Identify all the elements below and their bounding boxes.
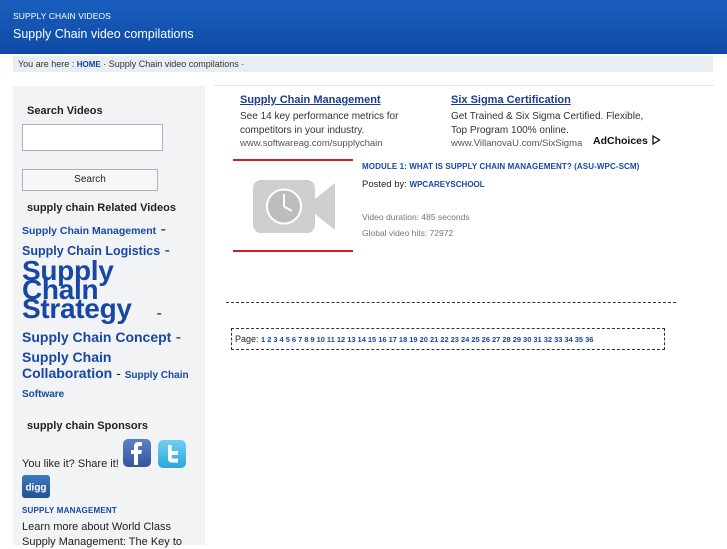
video-title-link[interactable]: MODULE 1: WHAT IS SUPPLY CHAIN MANAGEMEN…	[362, 162, 639, 171]
page-link[interactable]: 30	[523, 335, 531, 344]
twitter-icon[interactable]	[158, 440, 186, 468]
page-link[interactable]: 4	[280, 335, 284, 344]
page-link[interactable]: 24	[461, 335, 469, 344]
tag-separator: -	[156, 221, 166, 238]
page-link[interactable]: 11	[327, 335, 335, 344]
ad-unit-1[interactable]: Supply Chain Management See 14 key perfo…	[240, 94, 420, 159]
page-link[interactable]: 21	[430, 335, 438, 344]
tag-link-supply-chain-concept[interactable]: Supply Chain Concept	[22, 329, 171, 345]
page-link[interactable]: 8	[304, 335, 308, 344]
ad-unit-2[interactable]: Six Sigma Certification Get Trained & Si…	[451, 94, 651, 159]
page-link[interactable]: 3	[273, 335, 277, 344]
ad-url[interactable]: www.softwareag.com/supplychain	[240, 138, 420, 149]
page-link[interactable]: 32	[544, 335, 552, 344]
page-link[interactable]: 18	[399, 335, 407, 344]
breadcrumb-current: · Supply Chain video compilations ·	[100, 59, 245, 69]
adchoices-link[interactable]: AdChoices	[593, 134, 661, 147]
page-link[interactable]: 33	[554, 335, 562, 344]
page-link[interactable]: 6	[292, 335, 296, 344]
page-link[interactable]: 20	[420, 335, 428, 344]
search-title: Search Videos	[27, 105, 103, 117]
video-posted-by: Posted by: WPCAREYSCHOOL	[362, 179, 485, 190]
page-link[interactable]: 23	[451, 335, 459, 344]
page-link[interactable]: 31	[533, 335, 541, 344]
search-button[interactable]: Search	[22, 169, 158, 191]
video-camera-icon	[253, 180, 335, 233]
site-tagline: Supply Chain video compilations	[13, 27, 194, 41]
adchoices-label: AdChoices	[593, 135, 648, 147]
ad-text: See 14 key performance metrics for compe…	[240, 111, 399, 136]
page-link[interactable]: 29	[513, 335, 521, 344]
sidebar: Search Videos Search supply chain Relate…	[13, 86, 205, 548]
page-link[interactable]: 13	[347, 335, 355, 344]
adchoices-icon	[652, 134, 661, 146]
page-link[interactable]: 22	[440, 335, 448, 344]
content-divider	[214, 85, 714, 86]
video-hits: Global video hits: 72972	[362, 228, 454, 238]
pagination: Page: 1 2 3 4 5 6 7 8 9 10 11 12 13 14 15 16 17 18 19 20 21 2…	[231, 328, 665, 350]
sponsors-title: supply chain Sponsors	[27, 420, 149, 432]
page-link[interactable]: 15	[368, 335, 376, 344]
search-input[interactable]	[22, 124, 163, 151]
sponsor-heading[interactable]: SUPPLY MANAGEMENT	[22, 506, 117, 515]
digg-icon[interactable]: digg	[22, 475, 50, 498]
page-link[interactable]: 14	[358, 335, 366, 344]
page-link[interactable]: 35	[575, 335, 583, 344]
page-link[interactable]: 19	[409, 335, 417, 344]
page-link[interactable]: 10	[317, 335, 325, 344]
pagination-label: Page:	[235, 334, 262, 344]
breadcrumb-home-link[interactable]: HOME	[77, 60, 101, 69]
tag-link-supply-chain-collaboration[interactable]: Supply Chain Collaboration	[22, 349, 112, 381]
page-link[interactable]: 28	[502, 335, 510, 344]
page-link[interactable]: 1	[261, 335, 265, 344]
page-link[interactable]: 5	[286, 335, 290, 344]
tag-separator: -	[112, 365, 125, 381]
page-link[interactable]: 25	[471, 335, 479, 344]
related-tag-cloud: Supply Chain Management - Supply Chain L…	[22, 222, 197, 403]
related-videos-title: supply chain Related Videos	[27, 202, 176, 214]
facebook-icon[interactable]	[123, 439, 151, 467]
ad-title[interactable]: Supply Chain Management	[240, 94, 420, 106]
page-link[interactable]: 27	[492, 335, 500, 344]
posted-by-label: Posted by:	[362, 179, 410, 190]
tag-link-supply-chain-management[interactable]: Supply Chain Management	[22, 225, 156, 237]
pagination-pages: 1 2 3 4 5 6 7 8 9 10 11 12 13 14 15 16 17 18 19 20 21 22 23 24 2…	[261, 334, 595, 344]
tag-link-supply-chain-strategy[interactable]: Supply Chain Strategy	[22, 255, 132, 324]
page-link[interactable]: 12	[337, 335, 345, 344]
page-link[interactable]: 16	[378, 335, 386, 344]
video-author-link[interactable]: WPCAREYSCHOOL	[410, 180, 485, 189]
breadcrumb: You are here : HOME · Supply Chain video…	[13, 56, 713, 72]
video-duration: Video duration: 485 seconds	[362, 212, 470, 222]
ad-title[interactable]: Six Sigma Certification	[451, 94, 651, 106]
share-prompt: You like it? Share it!	[22, 458, 119, 470]
page-link[interactable]: 34	[564, 335, 572, 344]
ad-text: Get Trained & Six Sigma Certified. Flexi…	[451, 111, 644, 136]
page-link[interactable]: 17	[389, 335, 397, 344]
page-link[interactable]: 7	[298, 335, 302, 344]
digg-icon-label: digg	[25, 483, 46, 494]
page-link[interactable]: 2	[267, 335, 271, 344]
page-link[interactable]: 36	[585, 335, 593, 344]
page-link[interactable]: 26	[482, 335, 490, 344]
video-thumbnail[interactable]	[233, 159, 353, 252]
breadcrumb-prefix: You are here :	[18, 59, 77, 69]
site-header: SUPPLY CHAIN VIDEOS Supply Chain video c…	[0, 0, 727, 54]
content-dashed-divider	[226, 302, 676, 303]
site-name[interactable]: SUPPLY CHAIN VIDEOS	[13, 11, 111, 21]
tag-separator: -	[152, 305, 162, 322]
tag-separator: -	[171, 329, 182, 346]
page-link[interactable]: 9	[310, 335, 314, 344]
tag-separator: -	[160, 242, 170, 259]
